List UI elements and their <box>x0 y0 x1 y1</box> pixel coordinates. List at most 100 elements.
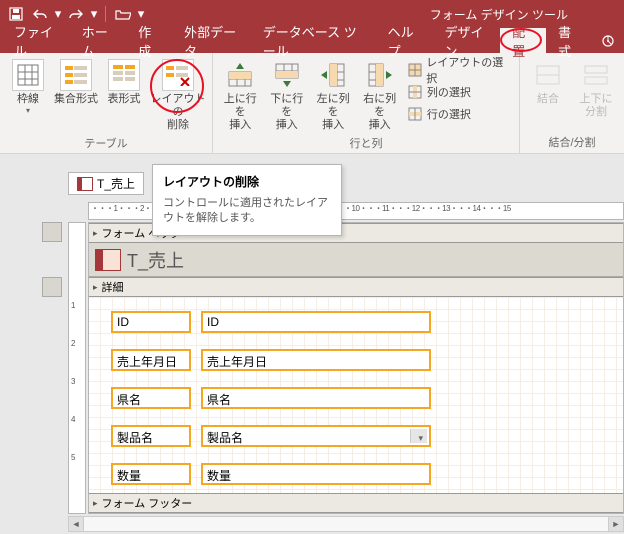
field-control[interactable]: 売上年月日 <box>201 349 431 371</box>
section-footer-label: フォーム フッター <box>102 495 193 511</box>
field-row-date: 売上年月日 売上年月日 <box>111 349 431 371</box>
scroll-track[interactable] <box>84 516 608 532</box>
section-bar-detail[interactable]: 詳細 <box>89 277 623 297</box>
field-label[interactable]: 製品名 <box>111 425 191 447</box>
field-label[interactable]: 県名 <box>111 387 191 409</box>
split-v-label: 上下に 分割 <box>580 93 613 119</box>
field-label[interactable]: 売上年月日 <box>111 349 191 371</box>
form-title-label[interactable]: T_売上 <box>127 247 184 273</box>
tabular-layout-button[interactable]: 表形式 <box>102 57 146 106</box>
tab-arrange[interactable]: 配置 <box>500 28 546 53</box>
vertical-ruler[interactable]: 1 2 3 4 5 <box>68 222 86 514</box>
field-label[interactable]: 数量 <box>111 463 191 485</box>
group-rowscols-label: 行と列 <box>219 133 513 154</box>
insert-right-icon <box>364 59 396 91</box>
field-control-combo[interactable]: 製品名 ▾ <box>201 425 431 447</box>
select-layout-button[interactable]: レイアウトの選択 <box>405 59 513 81</box>
tab-arrange-label: 配置 <box>512 22 534 60</box>
group-table-label: テーブル <box>6 133 206 154</box>
ruler-v-mark: 4 <box>71 415 75 424</box>
select-layout-icon <box>407 62 422 78</box>
split-v-button: 上下に 分割 <box>574 57 618 119</box>
form-header-area[interactable]: T_売上 <box>89 243 623 277</box>
insert-left-label: 左に列を 挿入 <box>312 93 354 133</box>
insert-right-label: 右に列を 挿入 <box>358 93 400 133</box>
select-row-icon <box>407 106 423 122</box>
ribbon-group-table: 枠線 ▾ 集合形式 表形式 レイアウトの 削除 <box>0 53 213 153</box>
remove-layout-button[interactable]: レイアウトの 削除 <box>150 57 206 133</box>
tab-database-tools[interactable]: データベース ツール <box>251 28 376 53</box>
tab-help[interactable]: ヘルプ <box>376 28 433 53</box>
insert-row-below-button[interactable]: 下に行を 挿入 <box>265 57 307 133</box>
field-control[interactable]: ID <box>201 311 431 333</box>
context-tab-title: フォーム デザイン ツール <box>145 6 618 23</box>
field-label[interactable]: ID <box>111 311 191 333</box>
remove-layout-label: レイアウトの 削除 <box>150 93 206 133</box>
ribbon-tabs: ファイル ホーム 作成 外部データ データベース ツール ヘルプ デザイン 配置… <box>0 28 624 53</box>
field-row-product: 製品名 製品名 ▾ <box>111 425 431 447</box>
record-selector-gutter <box>40 172 66 534</box>
object-tab-label: T_売上 <box>97 175 135 192</box>
qat-separator <box>105 6 106 22</box>
ribbon-group-merge: 結合 上下に 分割 結合/分割 <box>520 53 624 153</box>
ruler-v-mark: 2 <box>71 339 75 348</box>
stacked-label: 集合形式 <box>54 93 98 106</box>
field-control[interactable]: 県名 <box>201 387 431 409</box>
tab-external-data[interactable]: 外部データ <box>172 28 251 53</box>
group-merge-label: 結合/分割 <box>526 132 618 153</box>
field-control[interactable]: 数量 <box>201 463 431 485</box>
split-v-icon <box>580 59 612 91</box>
section-selector[interactable] <box>42 277 62 297</box>
object-tab[interactable]: T_売上 <box>68 172 144 195</box>
ruler-v-mark: 3 <box>71 377 75 386</box>
section-bar-footer[interactable]: フォーム フッター <box>89 493 623 513</box>
insert-below-label: 下に行を 挿入 <box>265 93 307 133</box>
tab-design[interactable]: デザイン <box>432 28 500 53</box>
design-surface[interactable]: フォーム ヘッダー T_売上 詳細 ID ID 売上年月日 売上年月日 県名 県… <box>88 222 624 514</box>
ribbon: 枠線 ▾ 集合形式 表形式 レイアウトの 削除 <box>0 53 624 154</box>
insert-above-icon <box>224 59 256 91</box>
select-column-button[interactable]: 列の選択 <box>405 81 513 103</box>
select-row-button[interactable]: 行の選択 <box>405 103 513 125</box>
scroll-left-icon[interactable]: ◄ <box>68 516 84 532</box>
chevron-down-icon: ▾ <box>418 433 423 444</box>
remove-layout-icon <box>162 59 194 91</box>
gridlines-label: 枠線 <box>17 93 39 106</box>
insert-col-right-button[interactable]: 右に列を 挿入 <box>358 57 400 133</box>
stacked-icon <box>60 59 92 91</box>
gridlines-icon <box>12 59 44 91</box>
tabular-icon <box>108 59 140 91</box>
detail-section[interactable]: ID ID 売上年月日 売上年月日 県名 県名 製品名 製品名 ▾ 数量 数量 <box>89 297 623 514</box>
field-row-id: ID ID <box>111 311 431 333</box>
combo-value: 製品名 <box>207 431 243 445</box>
tab-home[interactable]: ホーム <box>70 28 126 53</box>
select-row-label: 行の選択 <box>427 106 471 122</box>
folder-open-icon[interactable] <box>113 4 133 24</box>
insert-below-icon <box>271 59 303 91</box>
tab-format[interactable]: 書式 <box>546 28 592 53</box>
tabular-label: 表形式 <box>108 93 141 106</box>
ribbon-group-rows-cols: 上に行を 挿入 下に行を 挿入 左に列を 挿入 右に列を 挿入 <box>213 53 520 153</box>
scroll-right-icon[interactable]: ► <box>608 516 624 532</box>
ruler-v-mark: 5 <box>71 453 75 462</box>
merge-label: 結合 <box>537 93 559 106</box>
insert-row-above-button[interactable]: 上に行を 挿入 <box>219 57 261 133</box>
select-column-label: 列の選択 <box>427 84 471 100</box>
horizontal-scrollbar[interactable]: ◄ ► <box>68 516 624 532</box>
form-icon <box>77 177 93 191</box>
insert-above-label: 上に行を 挿入 <box>219 93 261 133</box>
tooltip-body: コントロールに適用されたレイアウトを解除します。 <box>163 196 331 227</box>
form-logo-icon <box>95 249 121 271</box>
select-column-icon <box>407 84 423 100</box>
tab-create[interactable]: 作成 <box>126 28 172 53</box>
stacked-layout-button[interactable]: 集合形式 <box>54 57 98 106</box>
tell-me-icon[interactable] <box>592 28 624 53</box>
merge-icon <box>532 59 564 91</box>
insert-col-left-button[interactable]: 左に列を 挿入 <box>312 57 354 133</box>
tab-file[interactable]: ファイル <box>2 28 70 53</box>
field-row-pref: 県名 県名 <box>111 387 431 409</box>
gridlines-button[interactable]: 枠線 ▾ <box>6 57 50 115</box>
section-selector[interactable] <box>42 222 62 242</box>
merge-button: 結合 <box>526 57 570 106</box>
field-row-qty: 数量 数量 <box>111 463 431 485</box>
